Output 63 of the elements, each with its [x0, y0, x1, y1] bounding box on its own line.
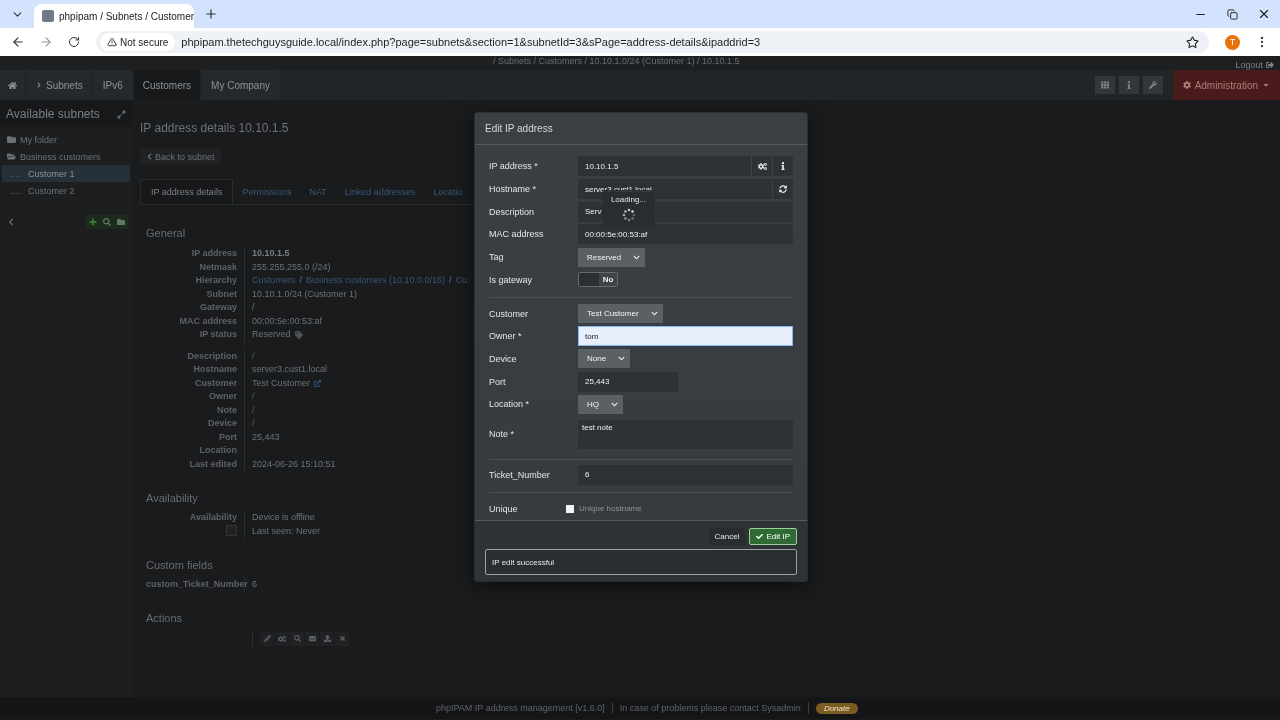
footer-text: In case of problems please contact Sysadmin: [619, 703, 801, 713]
field-label: Device: [489, 353, 517, 364]
detail-label: Location: [198, 444, 238, 457]
detail-label: Description: [186, 349, 238, 363]
detail-label: Availability: [188, 511, 238, 524]
field-label: IP address *: [489, 161, 538, 172]
detail-label: Gateway: [198, 301, 238, 314]
url-text: phpipam.thetechguysguide.local/index.php?page=subnets&section=1&subnetId=3&sPage=address-details&ipaddrid=3: [181, 36, 761, 48]
detail-label: Customer: [194, 376, 238, 390]
detail-value: /: [252, 403, 255, 417]
detail-value: /: [252, 417, 255, 430]
section-heading: Availability: [146, 492, 198, 504]
detail-label: Hierarchy: [194, 274, 238, 287]
field-label: Owner *: [489, 331, 522, 342]
dialog-title: Edit IP address: [485, 123, 553, 135]
detail-value: 00:00:5e:00:53:af: [252, 314, 323, 328]
detail-label: MAC address: [178, 314, 238, 328]
section-heading: Custom fields: [146, 559, 213, 571]
detail-label: IP address: [190, 247, 238, 260]
detail-label: Port: [218, 430, 238, 444]
detail-value: 6: [252, 578, 257, 591]
detail-value: /: [252, 301, 255, 314]
detail-label: IP status: [198, 328, 238, 341]
detail-label: Device: [206, 417, 238, 430]
checkbox-label: Unique hostname: [579, 504, 642, 514]
detail-value: 25,443: [252, 430, 280, 444]
section-heading: Actions: [146, 611, 183, 624]
breadcrumb: / Subnets / Customers / 10.10.1.0/24 (Customer 1) / 10.10.1.5: [493, 56, 740, 66]
field-label: Is gateway: [489, 274, 533, 285]
field-label: Hostname *: [489, 184, 537, 195]
detail-value: Reserved: [252, 328, 291, 341]
success-message: IP edit successful: [485, 549, 797, 575]
detail-value: 10.10.1.0/24 (Customer 1): [252, 287, 358, 301]
field-label: Customer: [489, 308, 528, 319]
field-label: Ticket_Number: [489, 469, 550, 480]
path-separator: /: [299, 274, 303, 287]
path-separator: /: [449, 274, 452, 287]
detail-value: Test Customer: [252, 376, 311, 390]
detail-label: Hostname: [192, 363, 238, 376]
detail-label: Note: [216, 403, 238, 417]
detail-label: Subnet: [205, 287, 238, 301]
detail-label: Netmask: [198, 260, 238, 274]
field-label: Location *: [489, 399, 530, 410]
field-label: Port: [489, 376, 506, 387]
detail-value: 255.255.255.0 (/24): [252, 260, 331, 274]
detail-value: Device is offline: [252, 511, 315, 524]
footer-text: phpIPAM IP address management [v1.6.0]: [436, 703, 605, 713]
detail-value: /: [252, 349, 255, 363]
detail-value: server3.cust1.local: [252, 363, 328, 376]
detail-value: /: [252, 390, 255, 403]
field-label: Note *: [489, 429, 514, 440]
detail-label: Owner: [208, 390, 238, 403]
field-label: Unique: [489, 503, 518, 514]
section-heading: General: [146, 227, 186, 239]
detail-value: 2024-06-26 15:10:51: [252, 457, 336, 471]
detail-value: Last seen: Never: [252, 524, 321, 538]
sidebar-title: Available subnets: [6, 107, 100, 121]
detail-label: Last edited: [188, 457, 238, 471]
field-label: Tag: [489, 252, 504, 263]
page-title: IP address details 10.10.1.5: [140, 121, 289, 135]
field-label: MAC address: [489, 229, 544, 240]
detail-value: 10.10.1.5: [252, 247, 290, 260]
field-label: Description: [489, 206, 535, 217]
